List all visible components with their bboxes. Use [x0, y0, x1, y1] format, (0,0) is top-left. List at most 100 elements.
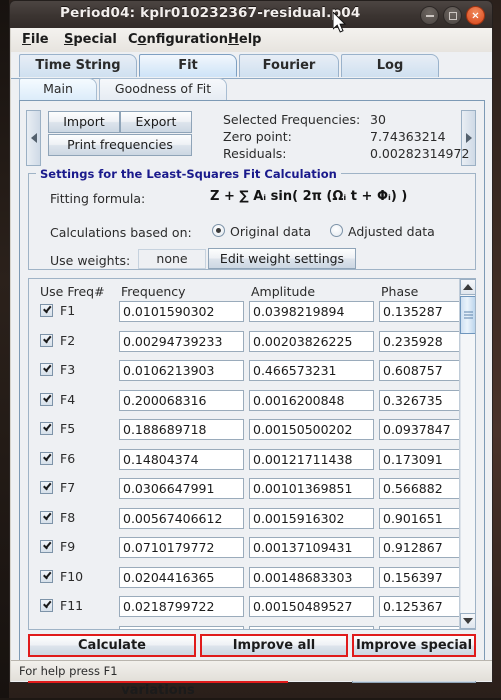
- tab-time-string[interactable]: Time String: [19, 54, 137, 77]
- close-button[interactable]: ×: [466, 6, 485, 25]
- improve-special-button[interactable]: Improve special: [352, 634, 476, 657]
- row-use-checkbox[interactable]: [40, 363, 53, 376]
- row-use-checkbox[interactable]: [40, 540, 53, 553]
- table-row: F90.07101797720.001371094310.912867: [29, 537, 475, 566]
- improve-all-label: Improve all: [233, 638, 316, 653]
- calculate-button[interactable]: Calculate: [28, 634, 196, 657]
- row-use-checkbox[interactable]: [40, 422, 53, 435]
- row-amplitude-input[interactable]: 0.0016200848: [249, 390, 374, 411]
- residuals-label: Residuals:: [223, 146, 287, 161]
- export-button[interactable]: Export: [120, 111, 192, 133]
- table-row: F70.03066479910.001013698510.566882: [29, 478, 475, 507]
- frequency-table-panel: Use Freq# Frequency Amplitude Phase F10.…: [28, 278, 476, 630]
- scrollbar-thumb[interactable]: [460, 296, 476, 334]
- row-use-checkbox[interactable]: [40, 481, 53, 494]
- row-frequency-id: F1: [60, 303, 75, 318]
- row-use-checkbox[interactable]: [40, 511, 53, 524]
- table-row: F110.02187997220.001504895270.125367: [29, 596, 475, 625]
- row-frequency-input[interactable]: 0.0106213903: [119, 360, 244, 381]
- tab-fourier[interactable]: Fourier: [239, 54, 339, 77]
- status-text: For help press F1: [19, 664, 118, 678]
- scroll-up-button[interactable]: [460, 279, 476, 295]
- close-icon: ×: [471, 11, 480, 20]
- row-use-checkbox[interactable]: [40, 393, 53, 406]
- row-amplitude-input[interactable]: 0.0015916302: [249, 508, 374, 529]
- print-frequencies-button[interactable]: Print frequencies: [48, 134, 192, 156]
- improve-all-button[interactable]: Improve all: [200, 634, 348, 657]
- row-amplitude-input[interactable]: 0.00137109431: [249, 537, 374, 558]
- edit-weight-settings-button[interactable]: Edit weight settings: [208, 248, 356, 269]
- row-frequency-input[interactable]: 0.200068316: [119, 390, 244, 411]
- row-amplitude-input[interactable]: 0.0398219894: [249, 301, 374, 322]
- row-amplitude-input[interactable]: 0.00150500202: [249, 419, 374, 440]
- desktop-left-strip: [0, 0, 9, 698]
- row-frequency-input[interactable]: 0.14804374: [119, 449, 244, 470]
- row-amplitude-input[interactable]: 0.00101369851: [249, 478, 374, 499]
- tab-log[interactable]: Log: [341, 54, 439, 77]
- maximize-button[interactable]: [443, 6, 462, 25]
- calculate-label: Calculate: [78, 638, 146, 653]
- status-bar: For help press F1: [11, 660, 492, 681]
- row-frequency-input[interactable]: 0.188689718: [119, 419, 244, 440]
- scroll-left-button[interactable]: [26, 110, 41, 166]
- right-arrow-icon: [466, 133, 472, 143]
- settings-group-title: Settings for the Least-Squares Fit Calcu…: [36, 167, 341, 181]
- selected-frequencies-label: Selected Frequencies:: [223, 112, 360, 127]
- table-row: F50.1886897180.001505002020.0937847: [29, 419, 475, 448]
- column-header-phase: Phase: [381, 284, 418, 299]
- window-title: Period04: kplr010232367-residual.p04: [60, 5, 361, 21]
- scroll-down-icon: [463, 618, 473, 624]
- use-weights-value: none: [138, 249, 206, 269]
- tab-main[interactable]: Main: [19, 78, 97, 100]
- selected-frequencies-value: 30: [370, 112, 386, 127]
- table-row: F40.2000683160.00162008480.326735: [29, 390, 475, 419]
- row-amplitude-input[interactable]: 0.00148683303: [249, 567, 374, 588]
- import-button[interactable]: Import: [48, 111, 120, 133]
- row-use-checkbox[interactable]: [40, 629, 53, 631]
- improve-special-label: Improve special: [356, 638, 472, 653]
- menu-configuration[interactable]: Configuration: [123, 31, 233, 48]
- window-client-area: File Special Configuration Help Time Str…: [9, 28, 493, 683]
- radio-adjusted-data[interactable]: [330, 224, 343, 237]
- menu-special[interactable]: Special: [59, 31, 122, 48]
- row-frequency-input[interactable]: 0.0204416365: [119, 567, 244, 588]
- radio-adjusted-data-label: Adjusted data: [348, 224, 435, 239]
- row-use-checkbox[interactable]: [40, 452, 53, 465]
- table-row: F80.005674066120.00159163020.901651: [29, 508, 475, 537]
- sub-tab-strip: Main Goodness of Fit: [19, 78, 492, 101]
- row-frequency-input[interactable]: 0.137846407: [119, 626, 244, 631]
- main-tab-strip: Time String Fit Fourier Log: [11, 54, 492, 79]
- row-use-checkbox[interactable]: [40, 304, 53, 317]
- row-frequency-input[interactable]: 0.00567406612: [119, 508, 244, 529]
- row-amplitude-input[interactable]: 0.00121711438: [249, 449, 374, 470]
- row-use-checkbox[interactable]: [40, 334, 53, 347]
- row-frequency-id: F3: [60, 362, 75, 377]
- fit-main-panel: Import Export Print frequencies Selected…: [19, 100, 485, 675]
- row-frequency-input[interactable]: 0.0101590302: [119, 301, 244, 322]
- row-frequency-input[interactable]: 0.0710179772: [119, 537, 244, 558]
- column-header-frequency: Frequency: [121, 284, 186, 299]
- menu-help[interactable]: Help: [223, 31, 266, 48]
- row-frequency-input[interactable]: 0.0218799722: [119, 596, 244, 617]
- row-frequency-id: F12: [60, 628, 83, 631]
- fitting-formula-label: Fitting formula:: [50, 191, 145, 206]
- table-scrollbar[interactable]: [459, 279, 475, 629]
- row-amplitude-input[interactable]: 0.0012010842: [249, 626, 374, 631]
- row-use-checkbox[interactable]: [40, 599, 53, 612]
- row-use-checkbox[interactable]: [40, 570, 53, 583]
- use-weights-label: Use weights:: [50, 253, 130, 268]
- scroll-down-button[interactable]: [460, 613, 476, 629]
- title-bar[interactable]: Period04: kplr010232367-residual.p04 ×: [9, 0, 493, 28]
- scrollbar-track[interactable]: [460, 295, 476, 613]
- table-row: F100.02044163650.001486833030.156397: [29, 567, 475, 596]
- row-amplitude-input[interactable]: 0.00150489527: [249, 596, 374, 617]
- menu-file[interactable]: File: [17, 31, 54, 48]
- row-frequency-input[interactable]: 0.00294739233: [119, 331, 244, 352]
- radio-original-data[interactable]: [212, 224, 225, 237]
- row-amplitude-input[interactable]: 0.466573231: [249, 360, 374, 381]
- row-amplitude-input[interactable]: 0.00203826225: [249, 331, 374, 352]
- tab-goodness-of-fit[interactable]: Goodness of Fit: [99, 78, 227, 100]
- row-frequency-input[interactable]: 0.0306647991: [119, 478, 244, 499]
- minimize-button[interactable]: [420, 6, 439, 25]
- tab-fit[interactable]: Fit: [139, 54, 237, 77]
